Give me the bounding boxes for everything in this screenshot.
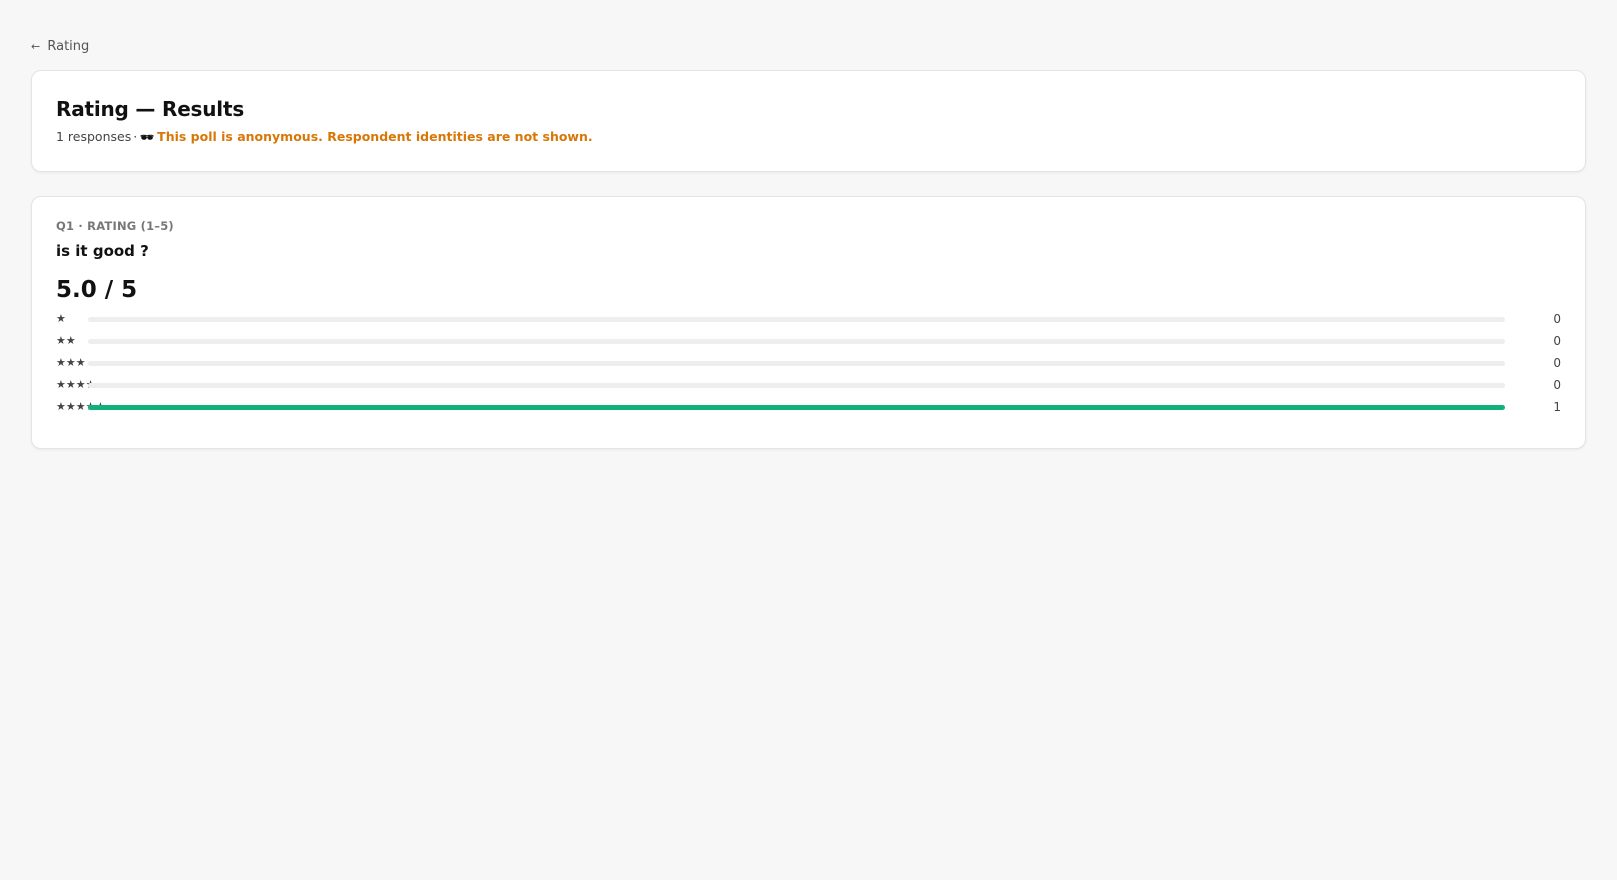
rating-bar-track <box>88 317 1505 322</box>
back-link[interactable]: ← Rating <box>31 39 89 54</box>
back-link-label: Rating <box>47 39 90 54</box>
rating-count: 0 <box>1553 378 1561 392</box>
question-title: is it good ? <box>56 242 149 260</box>
back-arrow-icon: ← <box>31 40 41 53</box>
question-card: Q1 · RATING (1–5) is it good ? 5.0 / 5 ★… <box>31 196 1586 449</box>
meta-separator: · <box>133 129 138 144</box>
rating-row-4: ★★★★ 0 <box>56 375 1561 397</box>
average-rating: 5.0 / 5 <box>56 277 138 303</box>
rating-bar-fill <box>88 405 1505 410</box>
rating-row-1: ★ 0 <box>56 309 1561 331</box>
response-count: 1 responses <box>56 129 132 144</box>
anonymous-notice: 🕶 This poll is anonymous. Respondent iden… <box>140 129 592 144</box>
rating-bar-track <box>88 405 1505 410</box>
rating-bar-track <box>88 361 1505 366</box>
results-header-card: Rating — Results 1 responses · 🕶 This poll … <box>31 70 1586 172</box>
star-rating-icon: ★★ <box>56 334 76 347</box>
page-title: Rating — Results <box>56 97 245 121</box>
star-rating-icon: ★ <box>56 312 66 325</box>
rating-row-5: ★★★★★ 1 <box>56 397 1561 419</box>
results-page: ← Rating Rating — Results 1 responses · 🕶 T… <box>0 0 1617 449</box>
rating-row-2: ★★ 0 <box>56 331 1561 353</box>
question-meta: Q1 · RATING (1–5) <box>56 219 174 233</box>
anonymous-notice-text: This poll is anonymous. Respondent ident… <box>157 129 593 144</box>
rating-count: 0 <box>1553 356 1561 370</box>
rating-count: 1 <box>1553 400 1561 414</box>
rating-count: 0 <box>1553 312 1561 326</box>
rating-bar-track <box>88 339 1505 344</box>
rating-bar-track <box>88 383 1505 388</box>
sunglasses-icon: 🕶 <box>140 131 155 144</box>
rating-row-3: ★★★ 0 <box>56 353 1561 375</box>
results-meta: 1 responses · 🕶 This poll is anonymous. Res… <box>56 129 1561 144</box>
star-rating-icon: ★★★ <box>56 356 86 369</box>
rating-count: 0 <box>1553 334 1561 348</box>
rating-distribution: ★ 0 ★★ 0 ★★★ 0 ★★★★ 0 ★★★★★ 1 <box>56 309 1561 419</box>
